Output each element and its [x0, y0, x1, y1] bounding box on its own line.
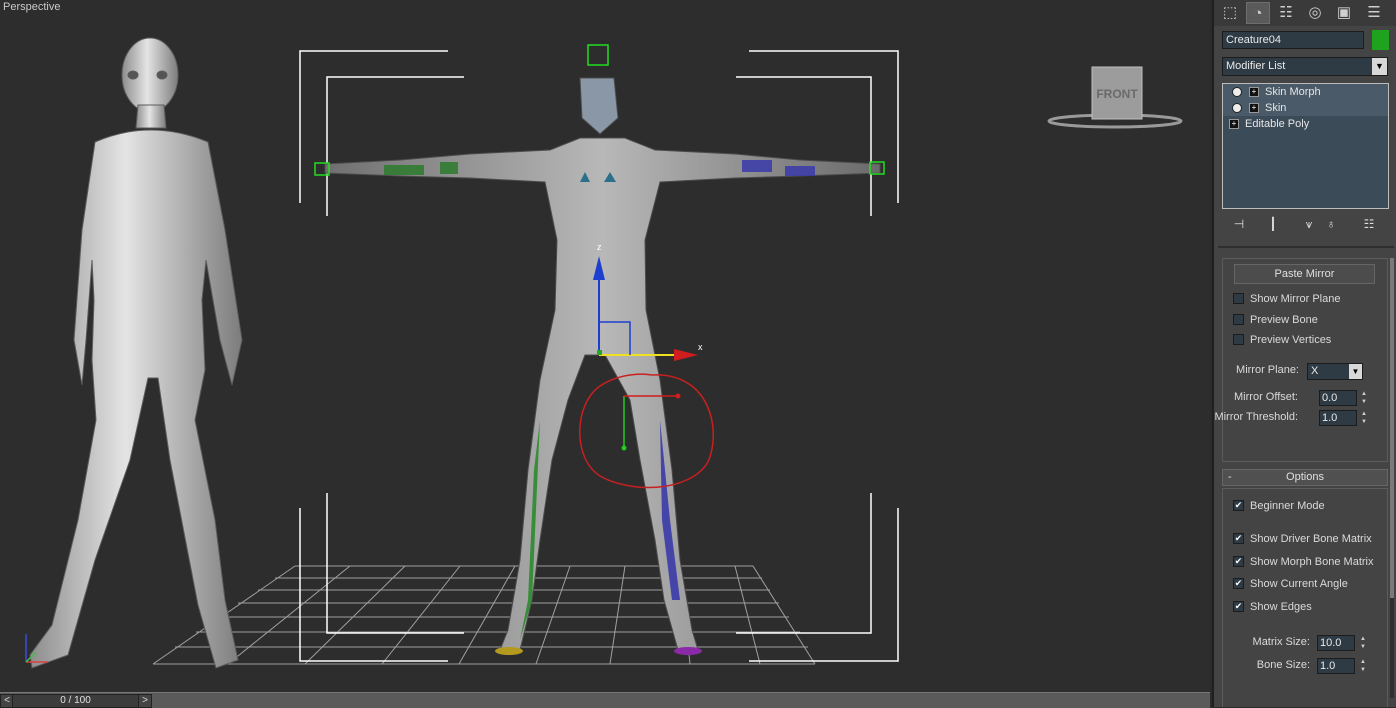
- bulb-icon[interactable]: [1232, 103, 1242, 113]
- expand-icon[interactable]: +: [1249, 103, 1259, 113]
- options-rollout: ✔ Beginner Mode ✔ Show Driver Bone Matri…: [1222, 488, 1388, 707]
- perspective-viewport[interactable]: z x FRONT Perspective: [0, 0, 1210, 692]
- viewport-scene: z x FRONT: [25, 37, 1183, 669]
- mirror-plane-value: X: [1311, 365, 1319, 377]
- gizmo-z-label: z: [597, 242, 602, 252]
- paste-mirror-button[interactable]: Paste Mirror: [1234, 264, 1375, 284]
- command-panel-tabs: ⬚ ◔ ☷ ◎ ▣ ☰: [1214, 0, 1396, 26]
- stack-item-editable-poly[interactable]: + Editable Poly: [1223, 116, 1388, 132]
- chevron-down-icon[interactable]: ▼: [1372, 58, 1387, 75]
- make-unique-icon[interactable]: ⩛: [1300, 216, 1318, 232]
- display-icon[interactable]: ▣: [1332, 2, 1356, 24]
- checkbox-box[interactable]: [1233, 314, 1244, 325]
- remove-modifier-icon[interactable]: ♁: [1322, 216, 1340, 232]
- checkbox-box[interactable]: ✔: [1233, 578, 1244, 589]
- reference-figure: [29, 37, 243, 669]
- utilities-icon[interactable]: ☰: [1362, 2, 1386, 24]
- checkbox-box[interactable]: [1233, 293, 1244, 304]
- mirror-plane-label: Mirror Plane:: [1236, 364, 1299, 376]
- stack-toolbar: ⊣ ┃ ⩛ ♁ ☷: [1222, 214, 1390, 234]
- checkbox-box[interactable]: ✔: [1233, 500, 1244, 511]
- checkbox-box[interactable]: ✔: [1233, 556, 1244, 567]
- checkbox-box[interactable]: [1233, 334, 1244, 345]
- create-icon[interactable]: ⬚: [1218, 2, 1242, 24]
- checkbox-label: Preview Bone: [1250, 314, 1318, 326]
- bone-size-field[interactable]: 1.0: [1317, 658, 1355, 674]
- collapse-icon[interactable]: -: [1228, 470, 1232, 485]
- stack-item-skin[interactable]: + Skin: [1223, 100, 1388, 116]
- mirror-threshold-label: Mirror Threshold:: [1214, 411, 1298, 423]
- object-color-swatch[interactable]: [1372, 30, 1389, 50]
- matrix-size-label: Matrix Size:: [1252, 636, 1310, 648]
- panel-scrollbar[interactable]: [1390, 258, 1394, 698]
- object-name-input[interactable]: Creature04: [1222, 31, 1364, 49]
- command-panel: ⬚ ◔ ☷ ◎ ▣ ☰ Creature04 Modifier List ▼ +…: [1212, 0, 1396, 707]
- time-slider[interactable]: < 0 / 100 >: [0, 692, 1210, 708]
- checkbox-label: Show Driver Bone Matrix: [1250, 533, 1372, 545]
- modifier-stack[interactable]: + Skin Morph + Skin + Editable Poly: [1222, 83, 1389, 209]
- configure-modifier-sets-icon[interactable]: ☷: [1360, 216, 1378, 232]
- viewcube[interactable]: FRONT: [1047, 66, 1183, 129]
- options-rollout-header[interactable]: - Options: [1222, 469, 1388, 486]
- checkbox-label: Show Current Angle: [1250, 578, 1348, 590]
- pin-stack-icon[interactable]: ⊣: [1230, 216, 1248, 232]
- modify-icon[interactable]: ◔: [1246, 2, 1270, 24]
- hierarchy-icon[interactable]: ☷: [1274, 2, 1298, 24]
- gizmo-x-label: x: [698, 342, 703, 352]
- modifier-list-dropdown[interactable]: Modifier List ▼: [1222, 57, 1388, 76]
- options-rollout-title: Options: [1286, 471, 1324, 483]
- panel-divider: [1218, 246, 1394, 248]
- checkbox-box[interactable]: ✔: [1233, 601, 1244, 612]
- chevron-down-icon[interactable]: ▼: [1349, 364, 1362, 379]
- spinner-arrows-icon[interactable]: ▲ ▼: [1359, 635, 1367, 651]
- stack-item-label: Editable Poly: [1245, 118, 1310, 130]
- modifier-list-label: Modifier List: [1226, 60, 1286, 72]
- mirror-threshold-field[interactable]: 1.0: [1319, 410, 1357, 426]
- viewport-label[interactable]: Perspective: [3, 1, 60, 13]
- bone-size-label: Bone Size:: [1256, 659, 1310, 671]
- checkbox-label: Show Mirror Plane: [1250, 293, 1341, 305]
- spinner-arrows-icon[interactable]: ▲ ▼: [1360, 410, 1368, 426]
- mirror-offset-label: Mirror Offset:: [1234, 391, 1298, 403]
- creature-mesh[interactable]: [324, 77, 881, 651]
- checkbox-label: Beginner Mode: [1250, 500, 1325, 512]
- home-grid: [152, 565, 816, 665]
- stack-item-label: Skin: [1265, 102, 1287, 114]
- spinner-arrows-icon[interactable]: ▲ ▼: [1359, 658, 1367, 674]
- bulb-icon[interactable]: [1232, 87, 1242, 97]
- checkbox-box[interactable]: ✔: [1233, 533, 1244, 544]
- show-end-result-icon[interactable]: ┃: [1264, 216, 1282, 232]
- mirror-offset-field[interactable]: 0.0: [1319, 390, 1357, 406]
- matrix-size-field[interactable]: 10.0: [1317, 635, 1355, 651]
- checkbox-label: Preview Vertices: [1250, 334, 1332, 346]
- stack-item-skin-morph[interactable]: + Skin Morph: [1223, 84, 1388, 100]
- spinner-arrows-icon[interactable]: ▲ ▼: [1360, 390, 1368, 406]
- expand-icon[interactable]: +: [1229, 119, 1239, 129]
- viewcube-face-label: FRONT: [1096, 87, 1138, 101]
- scrollbar-thumb[interactable]: [1390, 258, 1394, 598]
- frame-readout[interactable]: 0 / 100: [12, 694, 139, 708]
- expand-icon[interactable]: +: [1249, 87, 1259, 97]
- mirror-rollout: Paste Mirror Show Mirror Plane Preview B…: [1214, 258, 1388, 462]
- mirror-plane-dropdown[interactable]: X ▼: [1307, 363, 1363, 380]
- stack-item-label: Skin Morph: [1265, 86, 1321, 98]
- checkbox-label: Show Edges: [1250, 601, 1312, 613]
- next-frame-button[interactable]: >: [138, 694, 152, 708]
- motion-icon[interactable]: ◎: [1303, 2, 1327, 24]
- checkbox-label: Show Morph Bone Matrix: [1250, 556, 1374, 568]
